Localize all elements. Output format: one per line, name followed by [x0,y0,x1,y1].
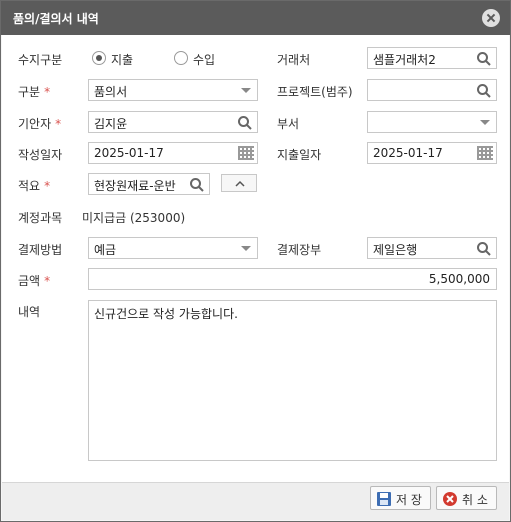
amount-value: 5,500,000 [428,272,490,286]
chevron-down-icon [480,120,490,125]
method-label: 결제방법 [18,243,63,257]
radio-income[interactable] [174,51,188,65]
drafter-field[interactable]: 김지윤 [88,111,258,133]
search-icon[interactable] [476,83,492,99]
search-icon[interactable] [189,177,205,193]
title-bar: 품의/결의서 내역 [1,1,510,35]
account-label: 계정과목 [18,211,63,225]
drafter-label: 기안자 * [18,117,62,131]
project-label: 프로젝트(범주) [277,85,353,99]
dept-select[interactable] [367,111,497,133]
save-button[interactable]: 저 장 [370,486,431,510]
book-value: 제일은행 [373,243,418,257]
search-icon[interactable] [476,51,492,67]
radio-income-label: 수입 [193,53,216,67]
chevron-down-icon [241,88,251,93]
dialog: 품의/결의서 내역 수지구분 지출 수입 거래처 샘플거래처2 구분 * 품의서 … [0,0,511,522]
save-label: 저 장 [396,493,422,507]
detail-textarea[interactable]: 신규건으로 작성 가능합니다. [88,300,497,461]
amount-field[interactable]: 5,500,000 [88,268,497,290]
book-label: 결제장부 [277,243,322,257]
method-select[interactable]: 예금 [88,237,258,259]
client-value: 샘플거래처2 [373,53,436,67]
drafter-value: 김지윤 [94,117,128,131]
cancel-label: 취 소 [462,493,488,507]
summary-label: 적요 * [18,179,51,193]
expense-date-value: 2025-01-17 [373,146,443,160]
method-value: 예금 [94,243,117,257]
cancel-icon [443,492,457,506]
dept-label: 부서 [277,117,300,131]
footer: 저 장 취 소 [2,482,509,520]
date-value: 2025-01-17 [94,146,164,160]
summary-field[interactable]: 현장원재료-운반 [88,173,210,195]
calendar-icon[interactable] [238,146,254,160]
chevron-down-icon [241,246,251,251]
close-icon[interactable] [482,9,500,27]
project-field[interactable] [367,79,497,101]
search-icon[interactable] [237,115,253,131]
detail-value: 신규건으로 작성 가능합니다. [94,307,238,321]
save-icon [377,492,391,506]
calendar-icon[interactable] [477,146,493,160]
amount-label: 금액 * [18,274,51,288]
radio-expense[interactable] [92,51,106,65]
radio-expense-label: 지출 [111,53,134,67]
date-label: 작성일자 [18,148,63,162]
client-field[interactable]: 샘플거래처2 [367,47,497,69]
detail-label: 내역 [18,305,41,319]
expense-date-field[interactable]: 2025-01-17 [367,142,497,164]
client-label: 거래처 [277,53,311,67]
cancel-button[interactable]: 취 소 [436,486,497,510]
summary-value: 현장원재료-운반 [94,179,176,193]
category-label: 구분 * [18,85,51,99]
expand-toggle-button[interactable] [221,174,257,192]
expense-date-label: 지출일자 [277,148,322,162]
search-icon[interactable] [476,241,492,257]
account-value: 미지급금 (253000) [82,211,186,225]
dialog-title: 품의/결의서 내역 [13,12,99,26]
type-label: 수지구분 [18,53,63,67]
form-area: 수지구분 지출 수입 거래처 샘플거래처2 구분 * 품의서 프로젝트(범주) 기… [2,35,509,482]
category-value: 품의서 [94,85,128,99]
category-select[interactable]: 품의서 [88,79,258,101]
date-field[interactable]: 2025-01-17 [88,142,258,164]
chevron-up-icon [235,180,245,187]
book-field[interactable]: 제일은행 [367,237,497,259]
